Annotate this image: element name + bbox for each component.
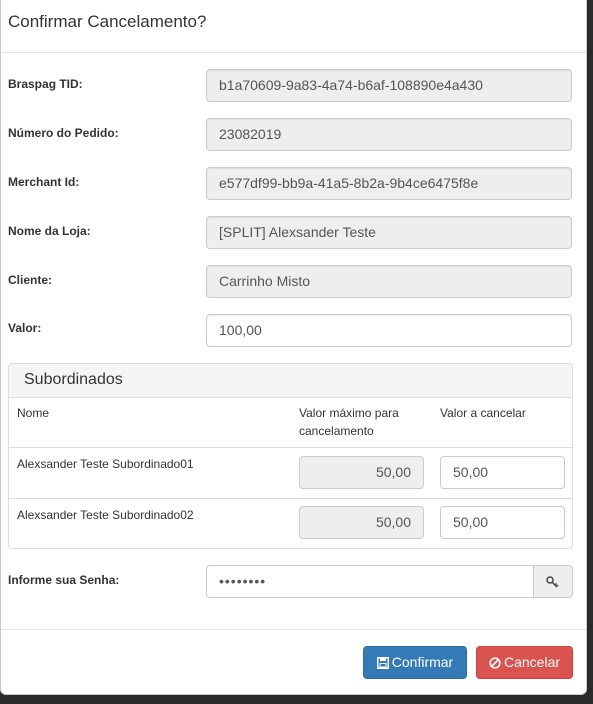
braspag-tid-label: Braspag TID: xyxy=(8,77,83,91)
subordinate-name: Alexsander Teste Subordinado02 xyxy=(17,508,194,522)
amount-label: Valor: xyxy=(8,321,42,335)
customer-field[interactable]: Carrinho Misto xyxy=(206,265,572,298)
modal-footer-divider xyxy=(1,629,586,630)
password-label: Informe sua Senha: xyxy=(8,573,120,587)
modal-header: Confirmar Cancelamento? xyxy=(1,0,586,53)
password-addon[interactable] xyxy=(533,565,573,598)
subordinate-cancel-input[interactable]: 50,00 xyxy=(440,506,565,539)
save-icon xyxy=(376,657,389,669)
subordinate-max-value: 50,00 xyxy=(299,456,424,489)
table-row-divider xyxy=(9,498,572,499)
subordinate-max-value: 50,00 xyxy=(299,506,424,539)
order-number-field[interactable]: 23082019 xyxy=(206,118,572,151)
subordinates-panel: Subordinados Nome Valor máximo para canc… xyxy=(8,363,573,549)
store-name-field[interactable]: [SPLIT] Alexsander Teste xyxy=(206,216,572,249)
amount-input[interactable]: 100,00 xyxy=(206,314,572,347)
subordinates-title: Subordinados xyxy=(24,371,123,388)
store-name-label: Nome da Loja: xyxy=(8,224,91,238)
order-number-label: Número do Pedido: xyxy=(8,126,119,140)
key-icon xyxy=(546,576,560,591)
modal-title: Confirmar Cancelamento? xyxy=(8,12,207,31)
subordinates-panel-heading: Subordinados xyxy=(9,364,572,398)
password-input[interactable]: •••••••• xyxy=(206,565,534,598)
merchant-id-field[interactable]: e577df99-bb9a-41a5-8b2a-9b4ce6475f8e xyxy=(206,167,572,200)
cancel-button[interactable]: Cancelar xyxy=(476,646,573,679)
subordinate-name: Alexsander Teste Subordinado01 xyxy=(17,457,194,471)
column-header-cancel-value: Valor a cancelar xyxy=(440,406,526,420)
merchant-id-label: Merchant Id: xyxy=(8,175,80,189)
confirm-button-label: Confirmar xyxy=(391,654,454,670)
braspag-tid-field[interactable]: b1a70609-9a83-4a74-b6af-108890e4a430 xyxy=(206,69,572,102)
column-header-name: Nome xyxy=(17,406,50,420)
table-row-divider xyxy=(9,447,572,448)
ban-icon xyxy=(489,657,501,669)
cancel-confirmation-modal: Confirmar Cancelamento? Braspag TID: b1a… xyxy=(0,0,587,695)
customer-label: Cliente: xyxy=(8,273,53,287)
confirm-button[interactable]: Confirmar xyxy=(363,646,467,679)
cancel-button-label: Cancelar xyxy=(503,654,561,670)
column-header-max-value: Valor máximo para cancelamento xyxy=(299,406,399,438)
subordinate-cancel-input[interactable]: 50,00 xyxy=(440,456,565,489)
